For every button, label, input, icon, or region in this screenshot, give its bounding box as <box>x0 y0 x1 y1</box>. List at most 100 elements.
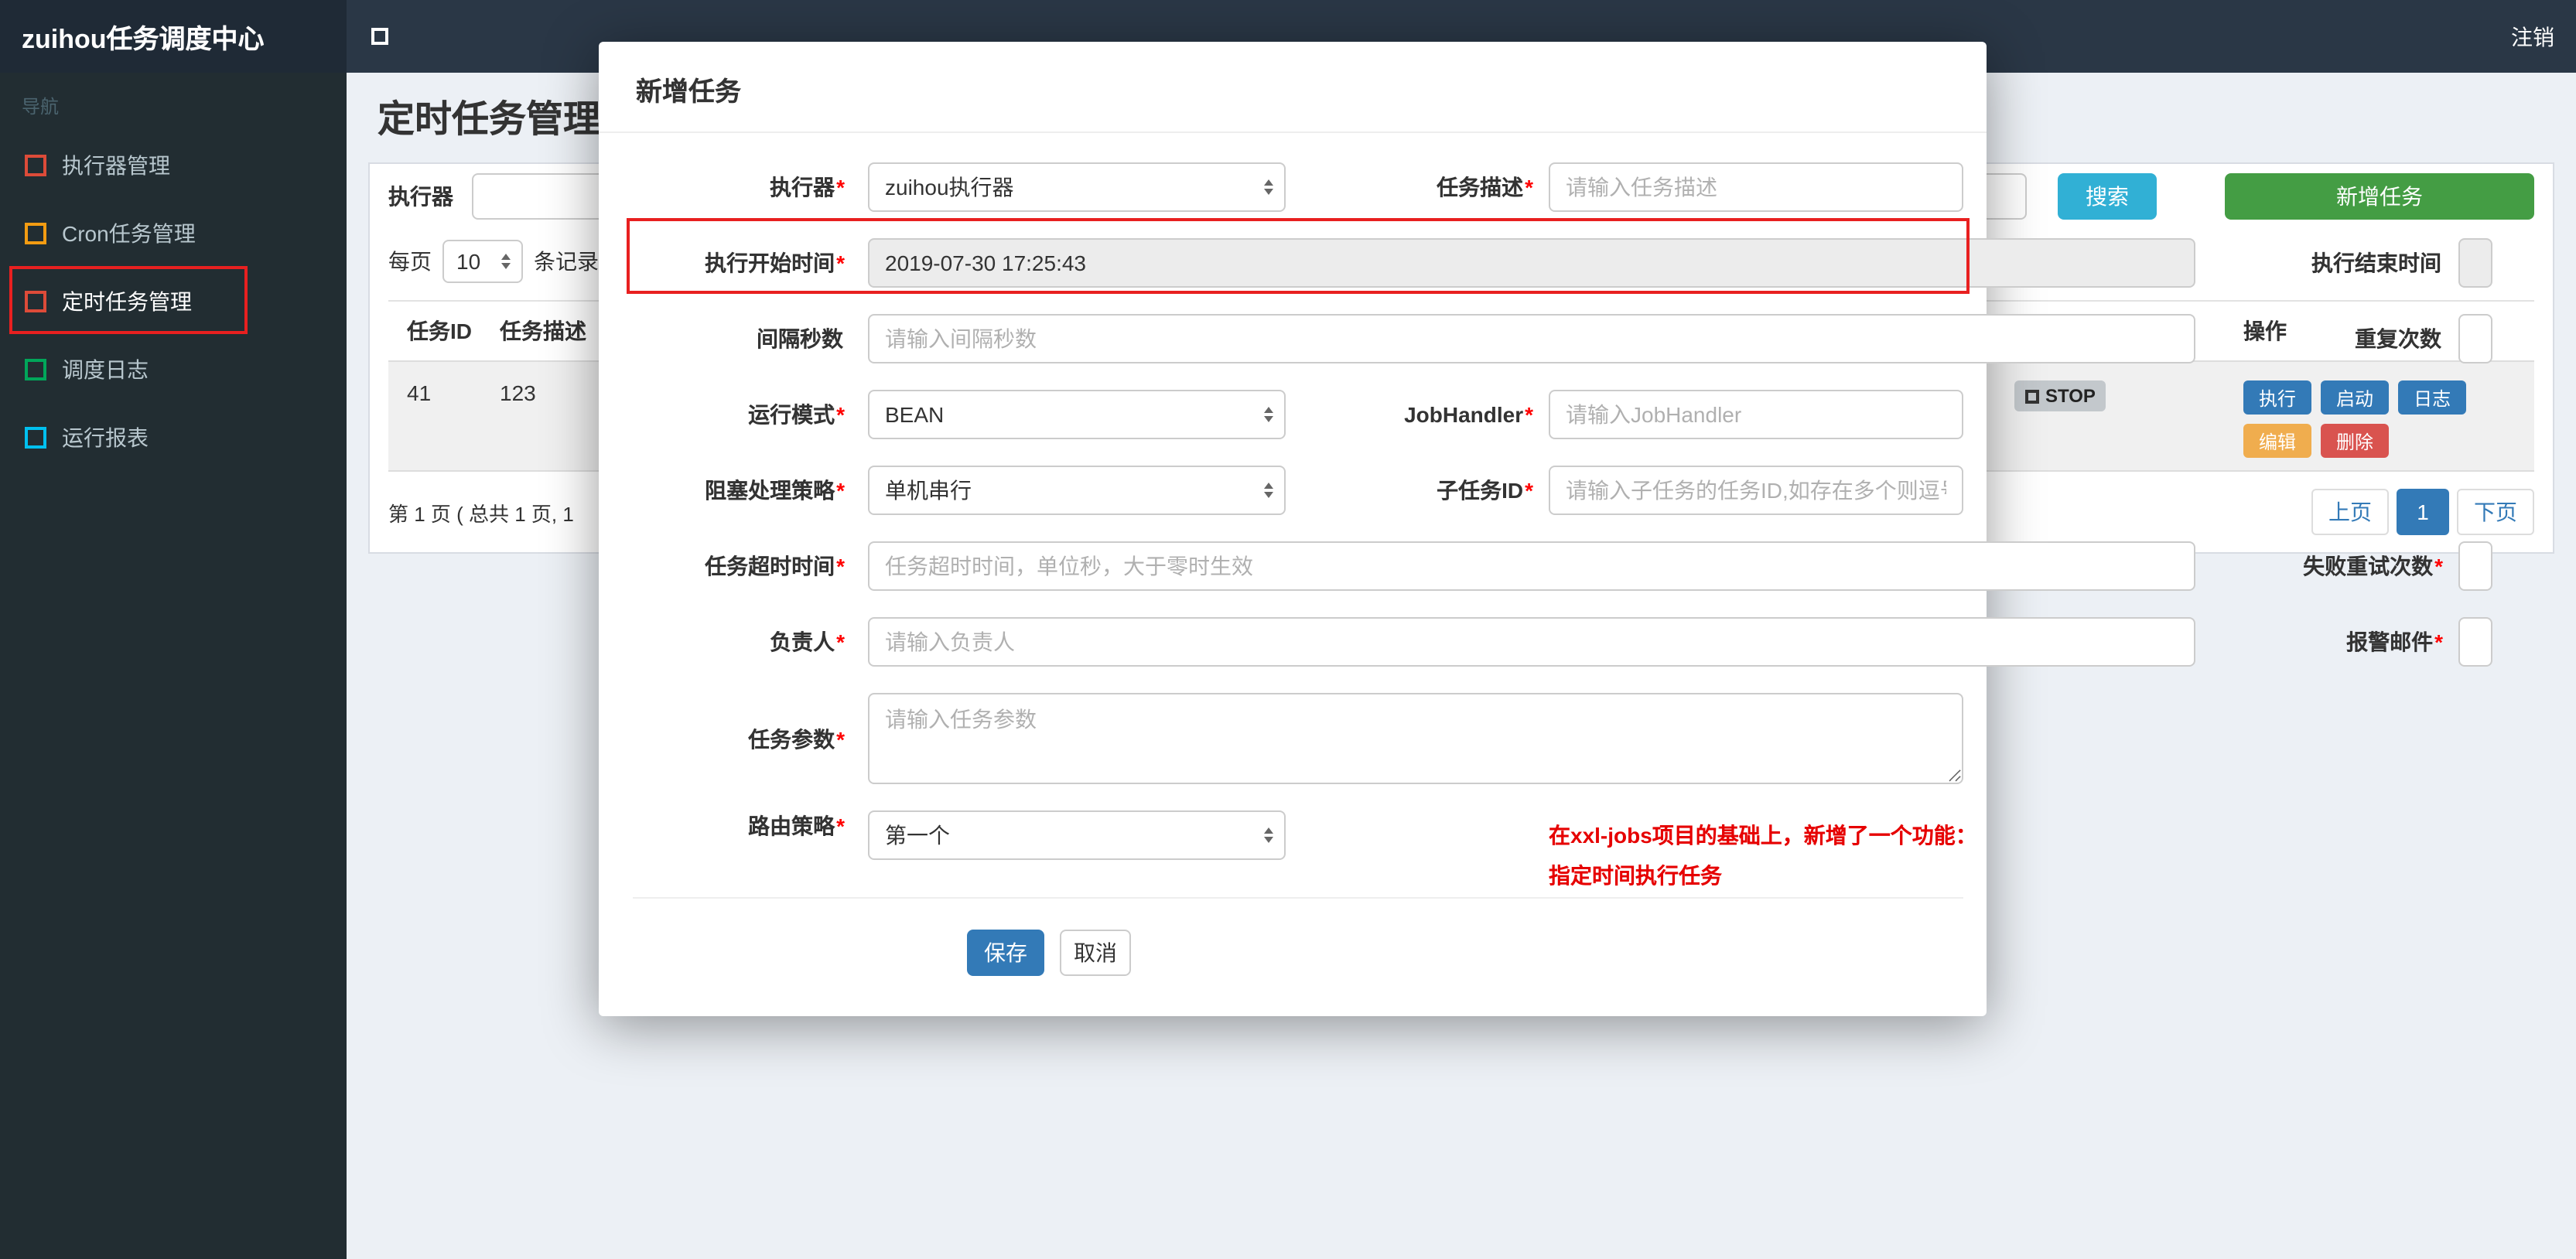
alarm-email-input[interactable] <box>2458 617 2492 667</box>
select-arrows-icon <box>1264 179 1273 195</box>
sidebar-item-label: Cron任务管理 <box>62 221 196 246</box>
sidebar-item-run-report[interactable]: 运行报表 <box>0 404 347 472</box>
per-page-suffix: 条记录 <box>534 249 599 274</box>
modal-title: 新增任务 <box>599 42 1987 133</box>
job-handler-input[interactable] <box>1549 390 1963 439</box>
menu-square-icon <box>25 427 46 449</box>
annotation-note-line2: 指定时间执行任务 <box>1549 863 1722 888</box>
sidebar-item-label: 定时任务管理 <box>62 289 192 314</box>
sidebar-item-timed-task[interactable]: 定时任务管理 <box>0 268 347 336</box>
select-arrows-icon <box>1264 827 1273 843</box>
start-time-label: 执行开始时间 * <box>705 251 845 275</box>
sidebar-item-executor-manage[interactable]: 执行器管理 <box>0 131 347 200</box>
col-header-task-id: 任务ID <box>407 319 472 343</box>
prev-page-button[interactable]: 上页 <box>2311 489 2389 535</box>
owner-input[interactable] <box>868 617 2195 667</box>
sidebar-item-cron-task[interactable]: Cron任务管理 <box>0 200 347 268</box>
executor-select-value: zuihou执行器 <box>885 175 1014 200</box>
start-time-input[interactable] <box>868 238 2195 288</box>
add-task-modal: 新增任务 执行器* zuihou执行器 任务描述* 执行开始时间* 执行结束时间 <box>599 42 2492 1016</box>
end-time-label: 执行结束时间 <box>2311 251 2441 275</box>
form-row-owner-email: 负责人* 报警邮件* <box>636 617 2492 667</box>
save-button[interactable]: 保存 <box>967 930 1044 976</box>
menu-square-icon <box>25 291 46 312</box>
executor-label: 执行器 * <box>770 175 845 200</box>
end-time-input[interactable] <box>2458 238 2492 288</box>
repeat-count-label: 重复次数 <box>2355 326 2441 351</box>
timeout-input[interactable] <box>868 541 2195 591</box>
sidebar-toggle[interactable] <box>371 28 388 45</box>
pager: 上页 1 下页 <box>2311 489 2534 535</box>
block-strategy-label: 阻塞处理策略 * <box>705 478 845 503</box>
child-job-label: 子任务ID * <box>1437 478 1533 503</box>
sidebar-item-label: 调度日志 <box>62 357 149 382</box>
select-arrows-icon <box>1264 483 1273 498</box>
annotation-note: 在xxl-jobs项目的基础上，新增了一个功能： 指定时间执行任务 <box>1549 815 1977 896</box>
form-row-time-range: 执行开始时间* 执行结束时间 <box>636 238 2492 288</box>
delete-button[interactable]: 删除 <box>2321 424 2390 458</box>
glue-type-select[interactable]: BEAN <box>868 390 1286 439</box>
form-row-job-param: 任务参数 * <box>636 693 1963 784</box>
route-strategy-select-value: 第一个 <box>885 823 950 848</box>
modal-body: 执行器* zuihou执行器 任务描述* 执行开始时间* 执行结束时间 间隔秒数 <box>599 133 2492 897</box>
per-page-select[interactable]: 10 <box>442 240 523 283</box>
retry-label: 失败重试次数 * <box>2303 554 2443 578</box>
repeat-count-input[interactable] <box>2458 314 2492 363</box>
sidebar-item-dispatch-log[interactable]: 调度日志 <box>0 336 347 404</box>
child-job-input[interactable] <box>1549 466 1963 515</box>
run-button[interactable]: 执行 <box>2243 380 2312 415</box>
glue-type-select-value: BEAN <box>885 402 945 427</box>
form-row-route-strategy: 路由策略 * 第一个 在xxl-jobs项目的基础上，新增了一个功能： 指定时间执… <box>636 810 1977 897</box>
job-desc-input[interactable] <box>1549 162 1963 212</box>
sidebar-section-title: 导航 <box>22 96 60 118</box>
sidebar-toggle-icon <box>371 28 388 45</box>
start-button[interactable]: 启动 <box>2321 380 2390 415</box>
logout-link[interactable]: 注销 <box>2511 21 2554 52</box>
edit-button[interactable]: 编辑 <box>2243 424 2312 458</box>
timeout-label: 任务超时时间 * <box>705 554 845 578</box>
job-handler-label: JobHandler * <box>1404 402 1533 427</box>
log-button[interactable]: 日志 <box>2398 380 2467 415</box>
route-strategy-label: 路由策略 * <box>748 814 845 838</box>
cell-actions: 执行 启动 日志 编辑 删除 <box>2225 362 2534 470</box>
next-page-button[interactable]: 下页 <box>2457 489 2534 535</box>
modal-footer: 保存 取消 <box>633 897 1963 976</box>
per-page-value: 10 <box>456 249 481 274</box>
brand-title[interactable]: zuihou任务调度中心 <box>0 0 347 73</box>
block-strategy-select[interactable]: 单机串行 <box>868 466 1286 515</box>
per-page-label: 每页 <box>388 249 432 274</box>
search-button[interactable]: 搜索 <box>2058 173 2157 220</box>
annotation-note-line1: 在xxl-jobs项目的基础上，新增了一个功能： <box>1549 823 1977 848</box>
retry-input[interactable] <box>2458 541 2492 591</box>
status-badge: STOP <box>2014 380 2106 411</box>
sidebar-item-label: 执行器管理 <box>62 153 170 178</box>
route-strategy-select[interactable]: 第一个 <box>868 810 1286 860</box>
alarm-email-label: 报警邮件 * <box>2346 630 2443 654</box>
select-arrows-icon <box>501 254 511 269</box>
form-row-interval-repeat: 间隔秒数 重复次数 <box>636 314 2492 363</box>
menu-square-icon <box>25 223 46 244</box>
pagination-info: 第 1 页 ( 总共 1 页, 1 <box>388 502 574 525</box>
form-row-block-child: 阻塞处理策略 * 单机串行 子任务ID * <box>636 466 1963 515</box>
app-root: zuihou任务调度中心 注销 导航 执行器管理 Cron任务管理 定时任务管理… <box>0 0 2576 1259</box>
sidebar: 导航 执行器管理 Cron任务管理 定时任务管理 调度日志 运行报表 <box>0 73 347 1259</box>
add-task-button[interactable]: 新增任务 <box>2225 173 2534 220</box>
executor-select[interactable]: zuihou执行器 <box>868 162 1286 212</box>
form-row-executor-desc: 执行器 * zuihou执行器 任务描述 * <box>636 162 1963 212</box>
filter-label: 执行器 <box>388 184 453 209</box>
cancel-button[interactable]: 取消 <box>1060 930 1131 976</box>
sidebar-item-label: 运行报表 <box>62 425 149 450</box>
form-row-timeout-retry: 任务超时时间* 失败重试次数* <box>636 541 2492 591</box>
interval-input[interactable] <box>868 314 2195 363</box>
cell-status: STOP <box>1996 362 2225 424</box>
job-desc-label: 任务描述 * <box>1437 175 1533 200</box>
menu-square-icon <box>25 155 46 176</box>
interval-label: 间隔秒数 <box>757 326 843 351</box>
job-param-textarea[interactable] <box>868 693 1963 784</box>
select-arrows-icon <box>1264 407 1273 422</box>
job-param-label: 任务参数 * <box>748 726 845 751</box>
current-page-button[interactable]: 1 <box>2397 489 2449 535</box>
glue-type-label: 运行模式 * <box>748 402 845 427</box>
stop-square-icon <box>2025 389 2039 403</box>
block-strategy-select-value: 单机串行 <box>885 478 972 503</box>
